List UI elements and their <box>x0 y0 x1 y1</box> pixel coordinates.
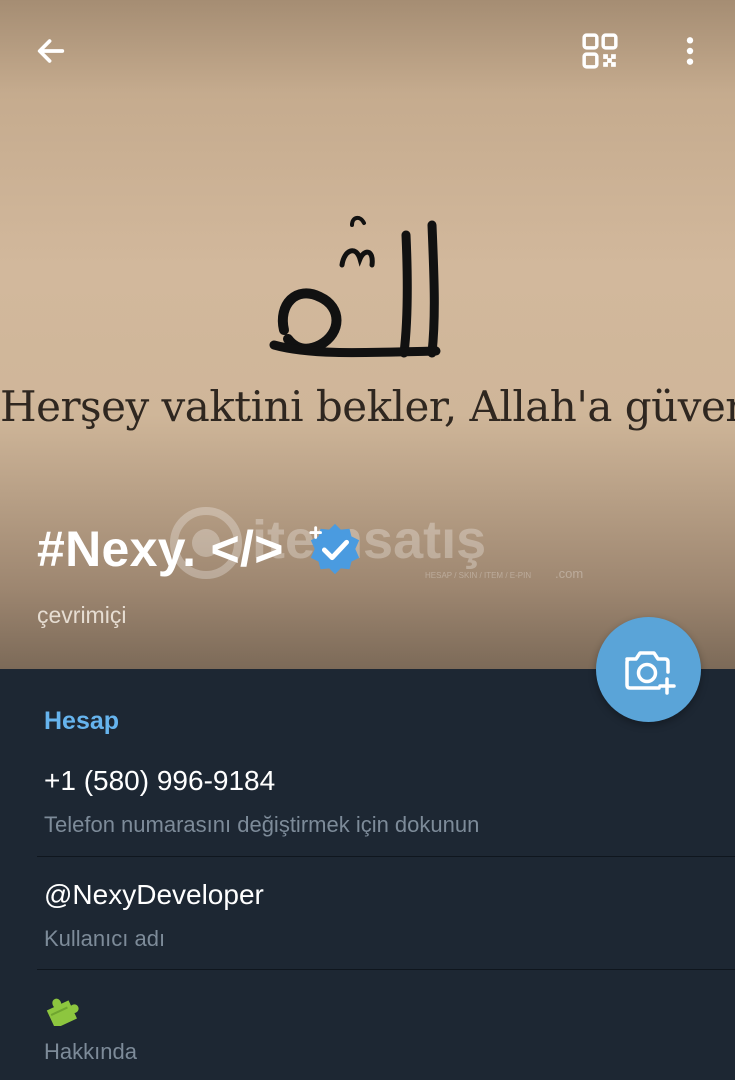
account-section-title: Hesap <box>44 707 120 735</box>
profile-name-row: #Nexy. </> <box>37 520 364 578</box>
username: @NexyDeveloper <box>44 879 264 910</box>
username-row[interactable]: @NexyDeveloper Kullanıcı adı <box>0 872 735 969</box>
set-profile-photo-button[interactable] <box>596 617 701 722</box>
online-status: çevrimiçi <box>37 602 127 628</box>
profile-name: #Nexy. </> <box>37 521 284 577</box>
phone-row[interactable]: +1 (580) 996-9184 Telefon numarasını değ… <box>0 760 735 856</box>
puzzle-piece-icon <box>46 998 79 1026</box>
back-button[interactable] <box>22 22 80 80</box>
arrow-left-icon <box>37 39 65 63</box>
verified-badge-icon[interactable] <box>306 520 364 578</box>
calligraphy-image <box>269 216 441 358</box>
watermark-tagline: HESAP / SKIN / ITEM / E-PIN <box>425 571 531 580</box>
more-vertical-icon <box>686 37 694 65</box>
qr-code-icon <box>582 33 618 69</box>
more-options-button[interactable] <box>661 22 719 80</box>
username-hint: Kullanıcı adı <box>44 926 166 951</box>
qr-code-button[interactable] <box>571 22 629 80</box>
about-label: Hakkında <box>44 1039 137 1064</box>
about-row[interactable]: Hakkında <box>0 985 735 1080</box>
phone-number: +1 (580) 996-9184 <box>44 765 276 796</box>
watermark-domain: .com <box>555 566 583 581</box>
photo-caption: Herşey vaktini bekler, Allah'a güven <box>0 382 735 431</box>
camera-add-icon <box>624 650 676 695</box>
profile-header: Herşey vaktini bekler, Allah'a güven ite… <box>0 0 735 669</box>
phone-hint: Telefon numarasını değiştirmek için doku… <box>44 812 480 837</box>
divider <box>37 856 735 857</box>
divider <box>37 969 735 970</box>
